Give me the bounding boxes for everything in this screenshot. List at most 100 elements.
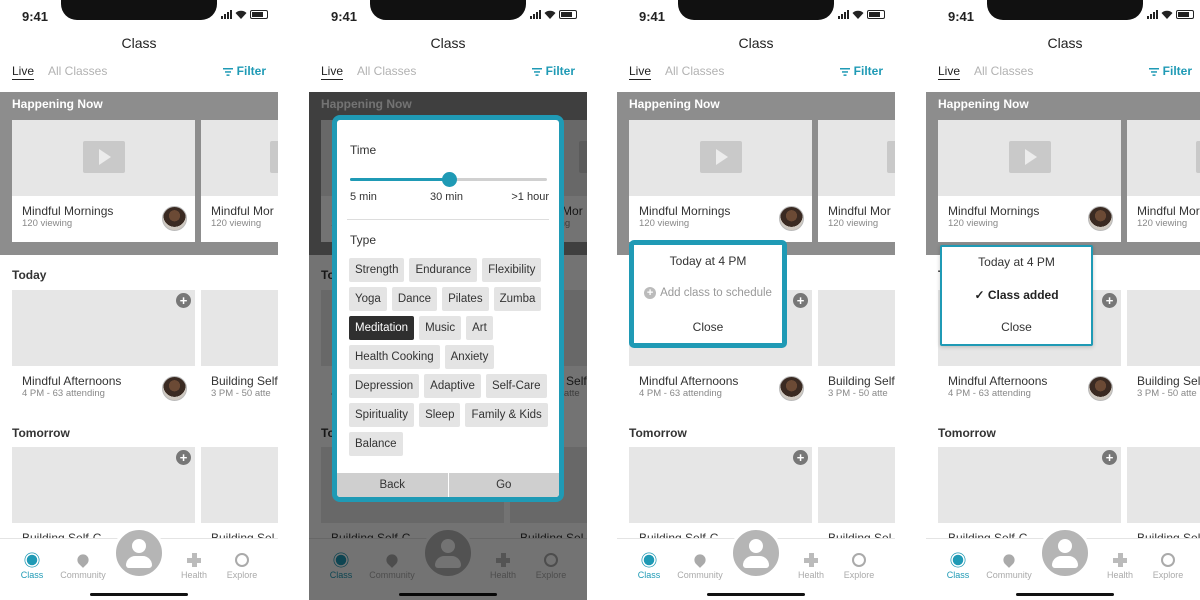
system-icons xyxy=(221,10,268,19)
type-chip[interactable]: Adaptive xyxy=(424,374,481,398)
close-button[interactable]: Close xyxy=(942,320,1091,334)
play-icon[interactable] xyxy=(1196,140,1200,173)
play-icon[interactable] xyxy=(1008,140,1051,173)
filter-button[interactable]: Filter xyxy=(531,64,575,79)
play-icon[interactable] xyxy=(887,140,895,173)
type-chip[interactable]: Strength xyxy=(349,258,405,282)
type-chip[interactable]: Yoga xyxy=(349,287,387,311)
play-icon[interactable] xyxy=(699,140,742,173)
time-slider[interactable] xyxy=(350,172,547,187)
play-icon[interactable] xyxy=(82,140,125,173)
filter-button[interactable]: Filter xyxy=(839,64,883,79)
nav-community[interactable]: Community xyxy=(984,552,1034,580)
nav-class-label: Class xyxy=(637,570,661,580)
type-chip[interactable]: Flexibility xyxy=(482,258,542,282)
class-card[interactable]: Building Self 3 PM - 50 atte xyxy=(818,290,895,412)
card-info: Building Self 3 PM - 50 atte xyxy=(818,366,895,412)
tab-all-classes[interactable]: All Classes xyxy=(665,64,724,79)
type-chip[interactable]: Anxiety xyxy=(444,345,495,369)
card-info: Building Self 3 PM - 50 atte xyxy=(201,366,278,412)
nav-class[interactable]: Class xyxy=(7,553,57,580)
live-class-card[interactable]: Mindful Mor 120 viewing xyxy=(818,120,895,242)
nav-class-label: Class xyxy=(946,570,970,580)
slider-fill xyxy=(350,178,449,181)
filter-button[interactable]: Filter xyxy=(1148,64,1192,79)
card-subtitle: 120 viewing xyxy=(1137,218,1188,229)
nav-community[interactable]: Community xyxy=(675,552,725,580)
card-subtitle: 120 viewing xyxy=(828,218,879,229)
card-info: Building Self 3 PM - 50 atte xyxy=(1127,366,1200,412)
tab-live[interactable]: Live xyxy=(938,64,961,80)
nav-explore[interactable]: Explore xyxy=(217,553,267,580)
status-time: 9:41 xyxy=(22,9,49,24)
home-indicator xyxy=(90,593,188,596)
nav-class[interactable]: Class xyxy=(624,553,674,580)
type-chip[interactable]: Spirituality xyxy=(349,403,415,427)
class-added-label: Class added xyxy=(987,288,1059,302)
add-class-icon[interactable]: + xyxy=(793,293,808,308)
nav-health[interactable]: Health xyxy=(786,553,836,580)
add-to-schedule-label: Add class to schedule xyxy=(660,287,772,299)
status-bar: 9:41 xyxy=(617,0,895,30)
play-icon[interactable] xyxy=(270,140,278,173)
profile-button[interactable] xyxy=(730,527,782,579)
card-title: Building Self xyxy=(211,374,278,388)
status-time: 9:41 xyxy=(639,9,666,24)
class-card[interactable]: + Mindful Afternoons 4 PM - 63 attending xyxy=(12,290,195,412)
type-chip[interactable]: Zumba xyxy=(493,287,542,311)
card-subtitle: 3 PM - 50 atte xyxy=(1137,388,1197,399)
nav-community[interactable]: Community xyxy=(58,552,108,580)
close-button[interactable]: Close xyxy=(634,320,782,334)
tab-all-classes[interactable]: All Classes xyxy=(48,64,107,79)
live-class-card[interactable]: Mindful Mornings 120 viewing xyxy=(629,120,812,242)
battery-icon xyxy=(1176,10,1194,19)
type-chip[interactable]: Health Cooking xyxy=(349,345,440,369)
nav-class[interactable]: Class xyxy=(933,553,983,580)
live-class-card[interactable]: Mindful Mornings 120 viewing xyxy=(938,120,1121,242)
card-title: Mindful Afternoons xyxy=(22,374,122,388)
tab-live[interactable]: Live xyxy=(321,64,344,80)
add-class-icon[interactable]: + xyxy=(793,450,808,465)
filter-button[interactable]: Filter xyxy=(222,64,266,79)
add-class-icon[interactable]: + xyxy=(1102,293,1117,308)
class-card[interactable]: Building Self 3 PM - 50 atte xyxy=(1127,290,1200,412)
type-chip[interactable]: Meditation xyxy=(349,316,415,340)
type-chip[interactable]: Sleep xyxy=(419,403,461,427)
instructor-avatar xyxy=(1088,376,1113,401)
instructor-avatar xyxy=(1088,206,1113,231)
tab-all-classes[interactable]: All Classes xyxy=(974,64,1033,79)
type-chip[interactable]: Music xyxy=(419,316,462,340)
nav-health[interactable]: Health xyxy=(169,553,219,580)
go-button[interactable]: Go xyxy=(447,473,560,497)
profile-button[interactable] xyxy=(113,527,165,579)
card-title: Mindful Mornings xyxy=(22,204,114,218)
type-chip[interactable]: Dance xyxy=(391,287,438,311)
tab-live[interactable]: Live xyxy=(12,64,35,80)
add-to-schedule-button[interactable]: + Add class to schedule xyxy=(634,287,782,299)
nav-health[interactable]: Health xyxy=(1095,553,1145,580)
type-chip[interactable]: Balance xyxy=(349,432,403,456)
type-chip[interactable]: Self-Care xyxy=(485,374,547,398)
nav-explore[interactable]: Explore xyxy=(1143,553,1193,580)
card-title: Mindful Mor xyxy=(828,204,891,218)
type-chip[interactable]: Depression xyxy=(349,374,420,398)
live-class-card[interactable]: Mindful Mor 120 viewing xyxy=(201,120,278,242)
phone-screen-live: 9:41 Class Live All Classes Filter Happe… xyxy=(0,0,278,600)
nav-community-label: Community xyxy=(986,570,1032,580)
type-chip[interactable]: Endurance xyxy=(409,258,478,282)
add-class-icon[interactable]: + xyxy=(176,450,191,465)
class-card[interactable]: Building Self 3 PM - 50 atte xyxy=(201,290,278,412)
tab-live[interactable]: Live xyxy=(629,64,652,80)
nav-explore[interactable]: Explore xyxy=(834,553,884,580)
add-class-icon[interactable]: + xyxy=(1102,450,1117,465)
slider-thumb[interactable] xyxy=(441,172,457,187)
live-class-card[interactable]: Mindful Mor 120 viewing xyxy=(1127,120,1200,242)
tab-all-classes[interactable]: All Classes xyxy=(357,64,416,79)
type-chip[interactable]: Family & Kids xyxy=(465,403,548,427)
live-class-card[interactable]: Mindful Mornings 120 viewing xyxy=(12,120,195,242)
type-chip[interactable]: Art xyxy=(466,316,493,340)
profile-button[interactable] xyxy=(1039,527,1091,579)
back-button[interactable]: Back xyxy=(337,473,448,497)
type-chip[interactable]: Pilates xyxy=(442,287,489,311)
add-class-icon[interactable]: + xyxy=(176,293,191,308)
